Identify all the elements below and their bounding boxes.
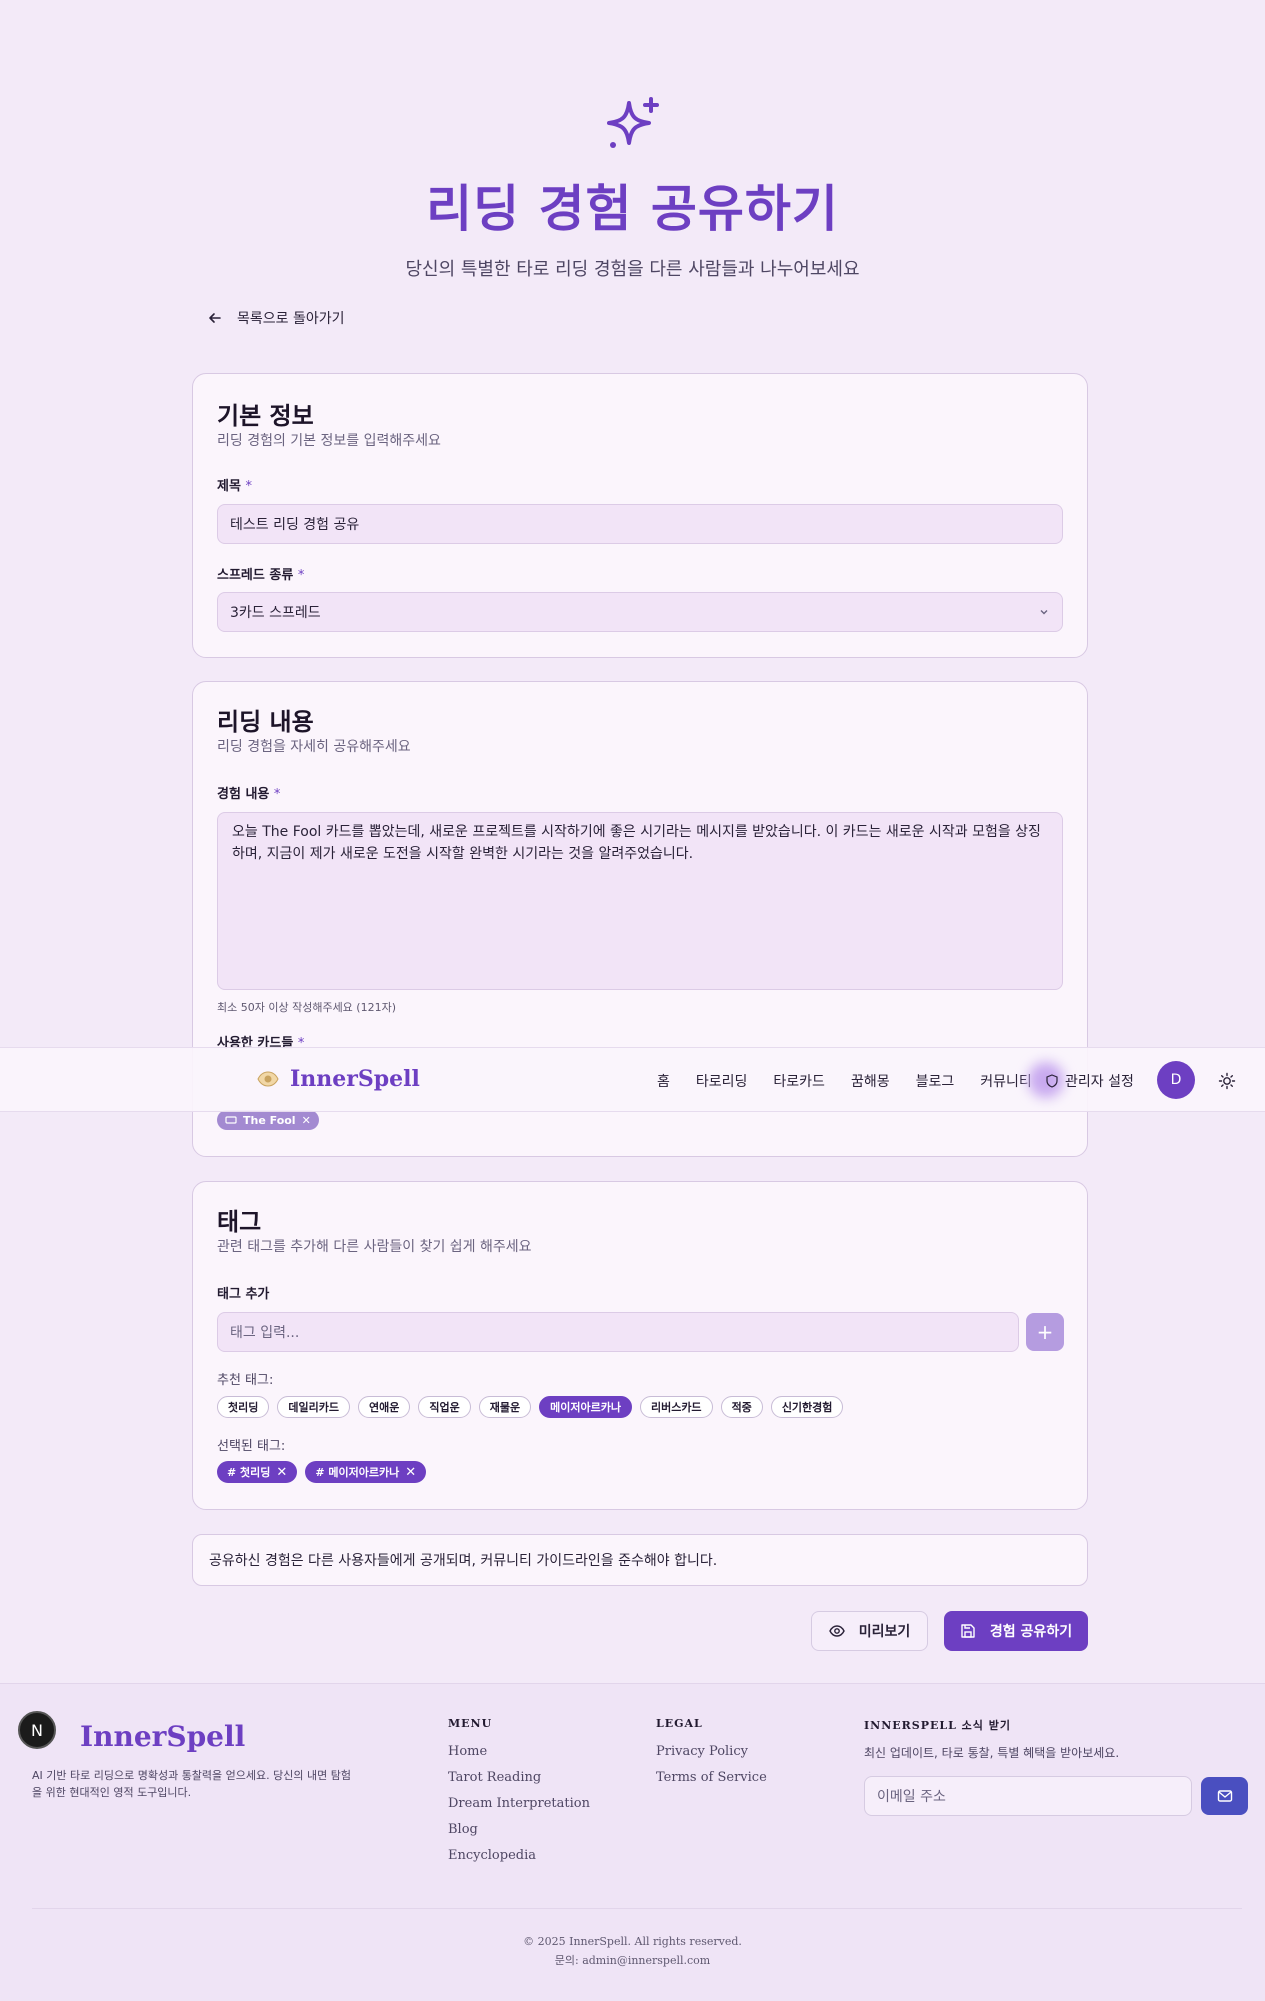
- tag-input[interactable]: 태그 입력...: [217, 1312, 1019, 1352]
- experience-textarea[interactable]: 오늘 The Fool 카드를 뽑았는데, 새로운 프로젝트를 시작하기에 좋은…: [217, 812, 1063, 990]
- sparkles-icon: [606, 97, 659, 148]
- selected-tags: # 첫리딩 ✕ # 메이저아르카나 ✕: [217, 1461, 427, 1483]
- title-label: 제목 *: [217, 479, 252, 494]
- selected-tags-label: 선택된 태그:: [217, 1439, 286, 1454]
- page-subtitle: 당신의 특별한 타로 리딩 경험을 다른 사람들과 나누어보세요: [405, 259, 860, 280]
- selected-tag-label: # 메이저아르카나: [315, 1466, 400, 1479]
- nav-link[interactable]: 커뮤니티: [980, 1071, 1032, 1091]
- recommended-tag-chip[interactable]: 첫리딩: [217, 1396, 270, 1418]
- share-label: 경험 공유하기: [989, 1624, 1073, 1640]
- card-icon: [225, 1116, 237, 1124]
- newsletter-email-input[interactable]: 이메일 주소: [864, 1776, 1192, 1816]
- newsletter-submit-button[interactable]: [1201, 1777, 1248, 1815]
- footer-menu-link[interactable]: Blog: [448, 1822, 590, 1837]
- contact-text: 문의: admin@innerspell.com: [554, 1954, 711, 1967]
- nav-link[interactable]: 타로리딩: [696, 1071, 748, 1091]
- save-icon: [961, 1624, 975, 1638]
- sun-icon[interactable]: [1218, 1072, 1236, 1090]
- footer-brand[interactable]: InnerSpell: [80, 1720, 245, 1753]
- recommended-tag-chip[interactable]: 데일리카드: [277, 1396, 350, 1418]
- user-avatar[interactable]: D: [1157, 1061, 1195, 1099]
- content-description: 리딩 경험을 자세히 공유해주세요: [217, 739, 411, 755]
- title-input[interactable]: 테스트 리딩 경험 공유: [217, 504, 1063, 544]
- arrow-left-icon: [209, 313, 221, 323]
- recommended-tag-chip[interactable]: 연애운: [357, 1396, 411, 1418]
- top-navbar: InnerSpell 홈 타로리딩 타로카드 꿈해몽 블로그 커뮤니티 관리자 설정 D: [0, 1047, 1265, 1112]
- add-tag-button[interactable]: +: [1026, 1313, 1064, 1351]
- footer-newsletter: INNERSPELL 소식 받기: [864, 1717, 1011, 1747]
- nav-link[interactable]: 꿈해몽: [851, 1071, 890, 1091]
- preview-button[interactable]: 미리보기: [811, 1611, 928, 1651]
- recommended-tag-chip[interactable]: 메이저아르카나: [539, 1396, 632, 1418]
- footer-menu-heading: MENU: [448, 1717, 493, 1730]
- footer-menu-link[interactable]: Encyclopedia: [448, 1848, 590, 1863]
- spread-select[interactable]: 3카드 스프레드: [217, 592, 1063, 632]
- share-experience-button[interactable]: 경험 공유하기: [944, 1611, 1088, 1651]
- admin-settings-label: 관리자 설정: [1065, 1073, 1134, 1090]
- remove-tag-icon[interactable]: ✕: [405, 1465, 416, 1480]
- newsletter-description: 최신 업데이트, 타로 통찰, 특별 혜택을 받아보세요.: [864, 1746, 1120, 1760]
- admin-settings-link[interactable]: 관리자 설정: [1045, 1048, 1134, 1113]
- footer-divider: [32, 1908, 1242, 1909]
- nav-link[interactable]: 홈: [657, 1071, 670, 1091]
- basic-info-card: 기본 정보 리딩 경험의 기본 정보를 입력해주세요 제목 * 테스트 리딩 경…: [192, 373, 1088, 658]
- character-count-hint: 최소 50자 이상 작성해주세요 (121자): [217, 1001, 397, 1014]
- footer-legal-heading: LEGAL: [656, 1717, 703, 1730]
- remove-card-icon[interactable]: ✕: [302, 1114, 311, 1127]
- footer-legal-link[interactable]: Terms of Service: [656, 1770, 767, 1785]
- basic-info-description: 리딩 경험의 기본 정보를 입력해주세요: [217, 433, 441, 449]
- navbar-logo[interactable]: InnerSpell: [256, 1066, 420, 1092]
- navbar-brand: InnerSpell: [290, 1066, 420, 1092]
- nextjs-badge[interactable]: N: [18, 1711, 56, 1749]
- back-label: 목록으로 돌아가기: [237, 311, 345, 327]
- eye-logo-icon: [257, 1071, 279, 1087]
- mail-icon: [1217, 1790, 1232, 1802]
- nav-link[interactable]: 타로카드: [773, 1071, 825, 1091]
- recommended-tags-label: 추천 태그:: [217, 1373, 274, 1388]
- footer-legal: LEGAL Privacy Policy Terms of Service: [656, 1717, 767, 1796]
- add-tag-label: 태그 추가: [217, 1287, 270, 1302]
- nav-links: 홈 타로리딩 타로카드 꿈해몽 블로그 커뮤니티: [657, 1048, 1032, 1113]
- selected-tag-chip[interactable]: # 첫리딩 ✕: [217, 1461, 298, 1483]
- selected-tag-chip[interactable]: # 메이저아르카나 ✕: [305, 1461, 427, 1483]
- nav-link[interactable]: 블로그: [916, 1071, 955, 1091]
- selected-card-label: The Fool: [243, 1113, 296, 1127]
- content-heading: 리딩 내용: [217, 708, 314, 736]
- recommended-tag-chip[interactable]: 신기한경험: [770, 1396, 844, 1418]
- hero: 리딩 경험 공유하기 당신의 특별한 타로 리딩 경험을 다른 사람들과 나누어…: [0, 95, 1265, 281]
- tags-card: 태그 관련 태그를 추가해 다른 사람들이 찾기 쉽게 해주세요 태그 추가 태…: [192, 1181, 1088, 1510]
- selected-tag-label: # 첫리딩: [227, 1466, 271, 1479]
- chevron-down-icon: [1040, 610, 1048, 615]
- spread-label: 스프레드 종류 *: [217, 568, 305, 583]
- tags-heading: 태그: [217, 1208, 262, 1236]
- shield-icon: [1046, 1073, 1058, 1088]
- recommended-tag-chip[interactable]: 직업운: [418, 1396, 471, 1418]
- spread-select-value: 3카드 스프레드: [230, 605, 321, 621]
- footer-menu-link[interactable]: Dream Interpretation: [448, 1796, 590, 1811]
- recommended-tag-chip[interactable]: 재물운: [478, 1396, 532, 1418]
- preview-label: 미리보기: [858, 1624, 911, 1640]
- eye-icon: [828, 1625, 845, 1637]
- recommended-tag-chip[interactable]: 적중: [720, 1396, 763, 1418]
- footer-menu-link[interactable]: Tarot Reading: [448, 1770, 590, 1785]
- back-to-list-link[interactable]: 목록으로 돌아가기: [207, 308, 345, 328]
- recommended-tag-chip[interactable]: 리버스카드: [639, 1396, 713, 1418]
- tags-description: 관련 태그를 추가해 다른 사람들이 찾기 쉽게 해주세요: [217, 1239, 532, 1255]
- footer-menu-link[interactable]: Home: [448, 1744, 590, 1759]
- selected-card-chip[interactable]: The Fool ✕: [217, 1110, 319, 1130]
- newsletter-heading: INNERSPELL 소식 받기: [864, 1719, 1011, 1732]
- footer-menu: MENU Home Tarot Reading Dream Interpretati…: [448, 1717, 590, 1874]
- community-notice: 공유하신 경험은 다른 사용자들에게 공개되며, 커뮤니티 가이드라인을 준수해…: [192, 1534, 1088, 1586]
- experience-label: 경험 내용 *: [217, 787, 281, 802]
- page-title: 리딩 경험 공유하기: [426, 180, 839, 238]
- recommended-tags: 첫리딩 데일리카드 연애운 직업운 재물운 메이저아르카나 리버스카드 적중 신기한경험: [217, 1396, 844, 1418]
- footer-legal-link[interactable]: Privacy Policy: [656, 1744, 767, 1759]
- remove-tag-icon[interactable]: ✕: [276, 1465, 287, 1480]
- copyright-text: © 2025 InnerSpell. All rights reserved.: [523, 1935, 742, 1948]
- footer-tagline: AI 기반 타로 리딩으로 명확성과 통찰력을 얻으세요. 당신의 내면 탐험을…: [32, 1769, 351, 1799]
- footer-copyright: © 2025 InnerSpell. All rights reserved. …: [0, 1932, 1265, 1970]
- basic-info-heading: 기본 정보: [217, 402, 314, 430]
